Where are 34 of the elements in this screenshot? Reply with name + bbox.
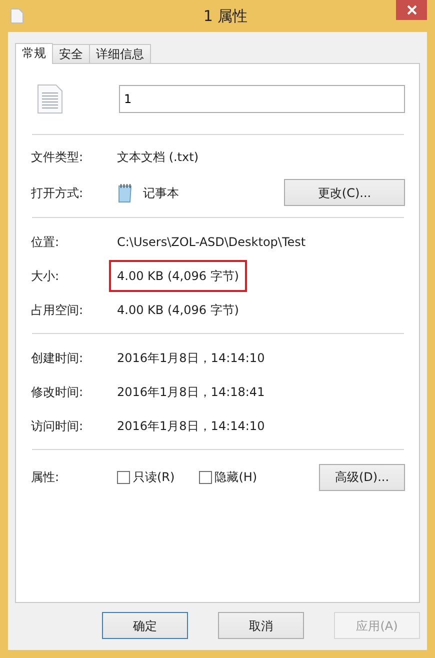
close-button[interactable] [396,0,427,20]
tab[interactable]: 常规 [15,43,53,64]
field-value: 2016年1月8日，14:14:10 [116,350,266,367]
field-value: 4.00 KB (4,096 字节) [116,302,240,319]
field-label: 文件类型: [31,149,84,166]
field-label: 修改时间: [31,384,84,401]
window-title: 1 属性 [203,6,248,25]
advanced-button[interactable]: 高级(D)... [319,464,405,490]
file-name-field[interactable]: 1 [119,85,405,113]
checkbox-icon [198,470,212,484]
field-value: 2016年1月8日，14:18:41 [116,384,266,401]
field-label: 访问时间: [31,418,84,435]
app-name: 记事本 [143,184,179,202]
change-button[interactable]: 更改(C)... [284,179,405,206]
field-value: 2016年1月8日，14:14:10 [116,418,266,435]
field-label: 属性: [31,469,60,486]
tab[interactable]: 安全 [52,44,90,63]
text-file-icon [37,84,63,114]
field-label: 创建时间: [31,350,84,367]
tab[interactable]: 详细信息 [89,44,151,63]
field-label: 大小: [31,268,60,285]
close-icon [406,5,416,15]
field-value: C:\Users\ZOL-ASD\Desktop\Test [116,234,307,251]
field-label: 占用空间: [31,302,84,319]
field-label: 位置: [31,234,60,251]
field-value: 文本文档 (.txt) [116,149,200,166]
checkbox[interactable]: 只读(R) [117,468,175,486]
field-label: 打开方式: [31,184,84,202]
document-icon [10,8,24,24]
dialog-button[interactable]: 确定 [102,612,188,639]
dialog-button[interactable]: 取消 [218,612,304,639]
checkbox-icon [117,470,130,484]
checkbox[interactable]: 隐藏(H) [198,468,258,486]
field-value: 4.00 KB (4,096 字节) [111,262,245,290]
